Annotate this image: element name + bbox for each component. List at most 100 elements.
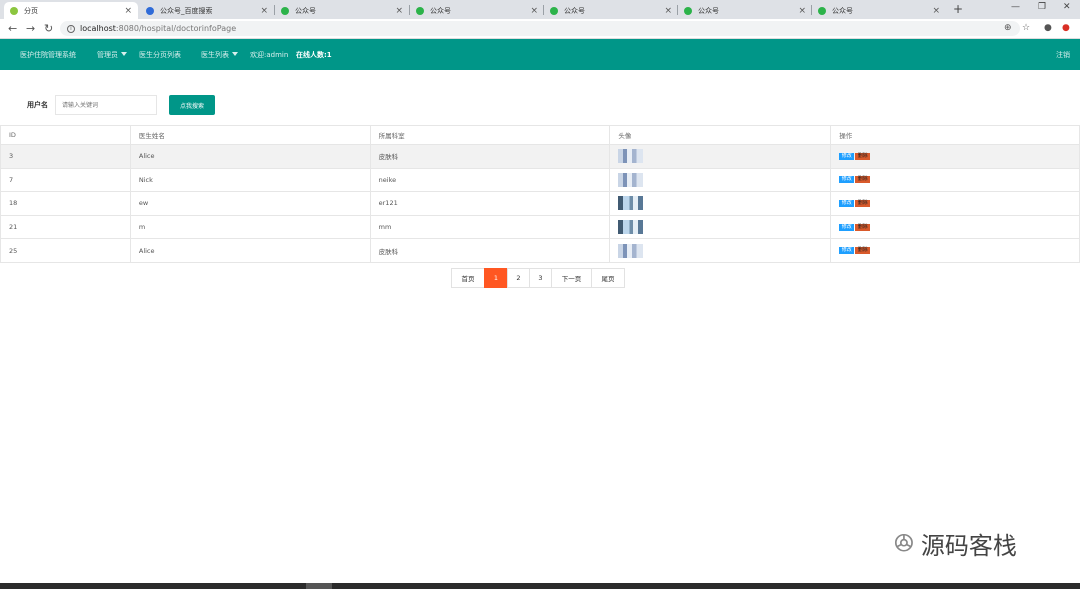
- online-count: 在线人数:1: [296, 51, 332, 59]
- page-next[interactable]: 下一页: [551, 268, 592, 288]
- delete-button[interactable]: 删除: [855, 176, 871, 184]
- page-last[interactable]: 尾页: [591, 268, 625, 288]
- menu-doctor-list-label: 医生列表: [201, 51, 229, 59]
- menu-doctor-list[interactable]: 医生列表: [201, 50, 238, 60]
- welcome-text: 欢迎:admin: [250, 51, 289, 59]
- close-icon[interactable]: ×: [530, 6, 538, 16]
- cell-dept: er121: [369, 191, 611, 216]
- cell-name: ew: [129, 191, 371, 216]
- edit-button[interactable]: 修改: [839, 247, 855, 255]
- cell-id: 18: [0, 191, 131, 216]
- extension-icon[interactable]: ●: [1062, 23, 1070, 33]
- wechat-icon: [684, 6, 692, 15]
- close-icon[interactable]: ×: [124, 6, 132, 16]
- profile-icon[interactable]: ●: [1044, 23, 1052, 33]
- app-navbar: 医护住院管理系统 管理员 医生分页列表 医生列表 欢迎:admin 在线人数:1…: [0, 39, 1080, 70]
- cell-id: 21: [0, 214, 131, 240]
- doctor-table: ID 医生姓名 所属科室 头像 操作 3 Alice 皮肤科 修改 删除 7 Nick nei…: [0, 125, 1080, 263]
- forward-icon[interactable]: →: [26, 22, 35, 35]
- browser-tab-5[interactable]: 公众号 ×: [678, 2, 812, 19]
- header-id: ID: [0, 125, 131, 145]
- wechat-icon: [281, 6, 289, 15]
- delete-button[interactable]: 删除: [855, 223, 871, 231]
- window-close-icon[interactable]: ✕: [1063, 2, 1071, 12]
- pagination: 首页 1 2 3 下一页 尾页: [451, 268, 625, 288]
- search-label: 用户名: [27, 101, 48, 109]
- info-icon[interactable]: i: [67, 24, 75, 33]
- close-icon[interactable]: ×: [932, 6, 940, 16]
- restore-icon[interactable]: ❐: [1038, 2, 1046, 12]
- cell-dept: 皮肤科: [369, 238, 611, 263]
- tab-label: 公众号: [564, 6, 585, 15]
- edit-button[interactable]: 修改: [839, 176, 855, 184]
- browser-tab-strip: 分页 × 公众号_百度搜索 × 公众号 × 公众号 × 公众号 × 公众号 × …: [0, 0, 1080, 19]
- cell-dept: 皮肤科: [369, 144, 611, 169]
- menu-admin[interactable]: 管理员: [97, 50, 127, 60]
- edit-button[interactable]: 修改: [839, 223, 855, 231]
- table-header-row: ID 医生姓名 所属科室 头像 操作: [0, 125, 1080, 145]
- reload-icon[interactable]: ↻: [44, 22, 53, 35]
- zoom-icon[interactable]: ⊕: [1004, 23, 1012, 33]
- page-2[interactable]: 2: [507, 268, 530, 288]
- browser-tab-6[interactable]: 公众号 ×: [812, 2, 946, 19]
- page-first[interactable]: 首页: [451, 268, 485, 288]
- cell-name: Nick: [129, 167, 371, 193]
- browser-tab-4[interactable]: 公众号 ×: [544, 2, 678, 19]
- avatar-image: [618, 220, 644, 235]
- cell-ops: 修改 删除: [830, 214, 1080, 240]
- page-3[interactable]: 3: [529, 268, 552, 288]
- browser-tab-2[interactable]: 公众号 ×: [275, 2, 409, 19]
- chevron-down-icon: [121, 52, 127, 56]
- wechat-icon: [818, 6, 826, 15]
- tab-label: 公众号: [698, 6, 719, 15]
- close-icon[interactable]: ×: [798, 6, 806, 16]
- cell-dept: neike: [369, 167, 611, 193]
- edit-button[interactable]: 修改: [839, 152, 855, 160]
- delete-button[interactable]: 删除: [855, 199, 871, 207]
- close-icon[interactable]: ×: [260, 6, 268, 16]
- url-path: :8080/hospital/doctorinfoPage: [115, 24, 237, 33]
- browser-tab-3[interactable]: 公众号 ×: [410, 2, 544, 19]
- browser-tab-1[interactable]: 公众号_百度搜索 ×: [140, 2, 274, 19]
- new-tab-button[interactable]: +: [953, 2, 963, 16]
- cell-id: 3: [0, 144, 131, 169]
- delete-button[interactable]: 删除: [855, 152, 871, 160]
- cell-ops: 修改 删除: [830, 144, 1080, 169]
- tab-label: 公众号: [430, 6, 451, 15]
- search-button[interactable]: 点我搜索: [169, 95, 215, 115]
- tab-label: 公众号: [295, 6, 316, 15]
- cell-name: Alice: [129, 238, 371, 263]
- cell-ops: 修改 删除: [830, 238, 1080, 263]
- wechat-icon: [550, 6, 558, 15]
- cell-avatar: [609, 214, 832, 240]
- wechat-icon: ꔮ: [893, 526, 915, 560]
- paw-icon: [146, 6, 154, 15]
- url-host: localhost: [80, 24, 116, 33]
- header-dept: 所属科室: [369, 125, 611, 145]
- back-icon[interactable]: ←: [8, 22, 17, 35]
- cell-ops: 修改 删除: [830, 191, 1080, 216]
- minimize-icon[interactable]: —: [1011, 2, 1020, 12]
- delete-button[interactable]: 删除: [855, 247, 871, 255]
- brand-title[interactable]: 医护住院管理系统: [20, 50, 76, 60]
- menu-doctor-page[interactable]: 医生分页列表: [139, 50, 181, 60]
- avatar-image: [618, 172, 644, 187]
- tab-label: 公众号_百度搜索: [160, 6, 213, 15]
- close-icon[interactable]: ×: [664, 6, 672, 16]
- page-1[interactable]: 1: [484, 268, 508, 288]
- cell-dept: mm: [369, 214, 611, 240]
- address-bar[interactable]: i localhost:8080/hospital/doctorinfoPage: [60, 21, 1020, 36]
- menu-admin-label: 管理员: [97, 51, 118, 59]
- star-icon[interactable]: ☆: [1022, 23, 1030, 33]
- close-icon[interactable]: ×: [395, 6, 403, 16]
- search-input[interactable]: [55, 95, 157, 115]
- logout-link[interactable]: 注销: [1056, 50, 1070, 60]
- cell-name: Alice: [129, 144, 371, 169]
- watermark-text: 源码客栈: [920, 532, 1017, 560]
- cell-avatar: [609, 191, 832, 216]
- edit-button[interactable]: 修改: [839, 199, 855, 207]
- cell-id: 7: [0, 167, 131, 193]
- taskbar-item[interactable]: [306, 583, 332, 589]
- browser-tab-0[interactable]: 分页 ×: [4, 2, 138, 19]
- table-row: 3 Alice 皮肤科 修改 删除: [0, 144, 1080, 169]
